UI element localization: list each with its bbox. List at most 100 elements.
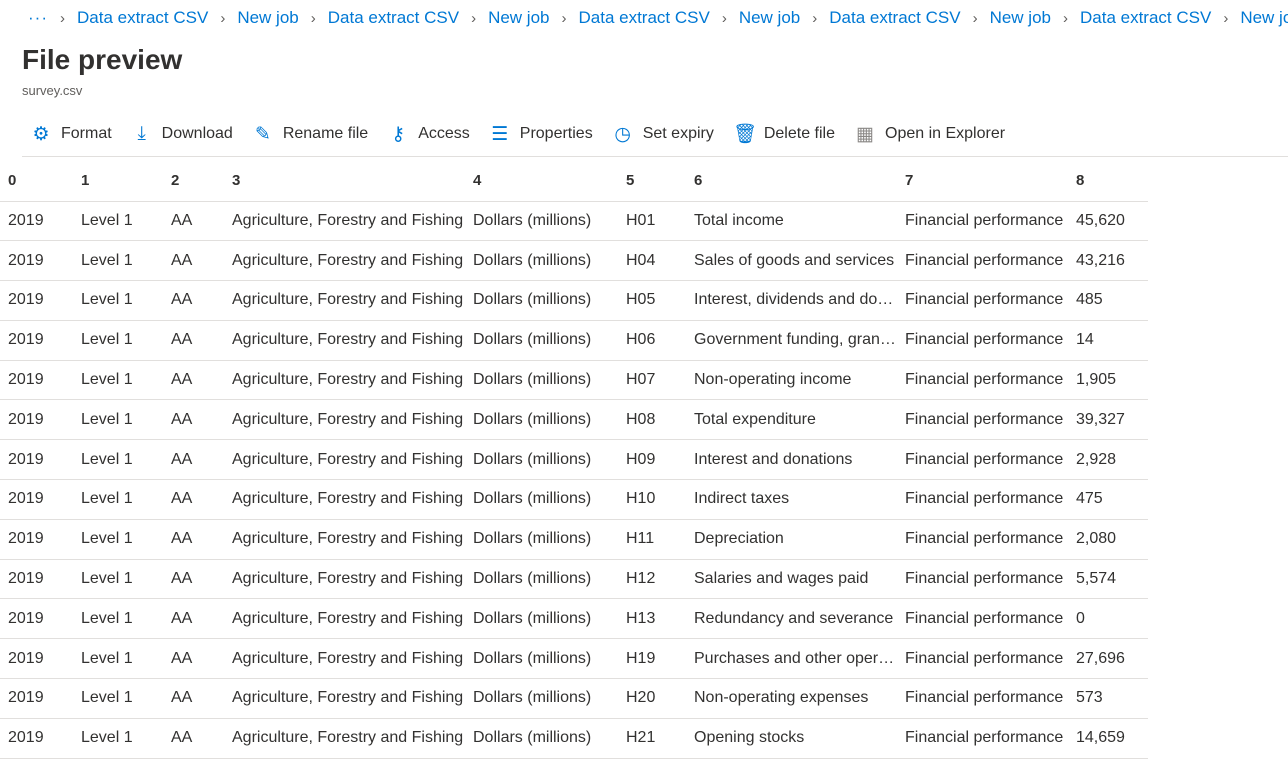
column-header[interactable]: 3 <box>224 160 465 202</box>
download-icon: ⤓ <box>137 123 146 144</box>
table-row[interactable]: 2019 Level 1 AA Agriculture, Forestry and F… <box>0 519 1148 560</box>
table-cell: H20 <box>618 678 686 719</box>
format-button[interactable]: ⚙ Format <box>30 123 111 146</box>
table-cell: Financial performance <box>897 678 1068 719</box>
table-cell: 27,696 <box>1068 638 1148 680</box>
table-row[interactable]: 2019 Level 1 AA Agriculture, Forestry and F… <box>0 678 1148 719</box>
breadcrumb-link[interactable]: Data extract CSV <box>1080 8 1211 28</box>
divider <box>22 156 1288 157</box>
table-cell: Interest, dividends and donations <box>686 280 897 321</box>
gear-icon: ⚙ <box>32 123 50 145</box>
table-row[interactable]: 2019 Level 1 AA Agriculture, Forestry and F… <box>0 479 1148 520</box>
table-cell: Level 1 <box>73 320 163 361</box>
access-button[interactable]: ⚷ Access <box>387 123 470 146</box>
table-cell: Financial performance <box>897 559 1068 600</box>
table-cell: 2019 <box>0 598 73 640</box>
table-cell: 2019 <box>0 718 73 759</box>
table-cell: 14,659 <box>1068 718 1148 759</box>
breadcrumb-link[interactable]: Data extract CSV <box>77 8 208 28</box>
table-cell: AA <box>163 678 224 719</box>
chevron-right-icon: › <box>721 9 727 27</box>
table-cell: Non-operating income <box>686 360 897 401</box>
table-cell: AA <box>163 360 224 401</box>
chevron-right-icon: › <box>310 9 316 27</box>
table-cell: H04 <box>618 240 686 282</box>
column-header[interactable]: 6 <box>686 160 897 202</box>
table-cell: 1,905 <box>1068 360 1148 401</box>
breadcrumb-link[interactable]: Data extract CSV <box>328 8 459 28</box>
table-row[interactable]: 2019 Level 1 AA Agriculture, Forestry and F… <box>0 638 1148 680</box>
table-row[interactable]: 2019 Level 1 AA Agriculture, Forestry and F… <box>0 559 1148 600</box>
breadcrumb-link[interactable]: New job <box>990 8 1051 28</box>
toolbar: ⚙ Format ⤓ Download ✎ Rename file ⚷ Access ☰ Prop… <box>30 122 1024 146</box>
button-label: Set expiry <box>642 125 714 142</box>
table-cell: H13 <box>618 598 686 640</box>
breadcrumb-link[interactable]: Data extract CSV <box>829 8 960 28</box>
table-cell: Level 1 <box>73 240 163 282</box>
properties-button[interactable]: ☰ Properties <box>489 123 592 146</box>
table-row[interactable]: 2019 Level 1 AA Agriculture, Forestry and F… <box>0 201 1148 242</box>
table-cell: 2,080 <box>1068 519 1148 560</box>
set-expiry-button[interactable]: ◷ Set expiry <box>612 123 714 146</box>
chevron-right-icon: › <box>1223 9 1229 27</box>
table-row[interactable]: 2019 Level 1 AA Agriculture, Forestry and F… <box>0 399 1148 441</box>
table-cell: 2019 <box>0 479 73 520</box>
table-row[interactable]: 2019 Level 1 AA Agriculture, Forestry and F… <box>0 598 1148 640</box>
table-cell: Level 1 <box>73 598 163 640</box>
table-cell: 14 <box>1068 320 1148 361</box>
table-cell: H19 <box>618 638 686 680</box>
table-cell: Agriculture, Forestry and Fishing <box>224 240 465 282</box>
table-cell: Level 1 <box>73 638 163 680</box>
explorer-icon: ▦ <box>856 123 874 145</box>
table-cell: AA <box>163 598 224 640</box>
table-row[interactable]: 2019 Level 1 AA Agriculture, Forestry and F… <box>0 320 1148 361</box>
column-header[interactable]: 2 <box>163 160 224 202</box>
pencil-icon: ✎ <box>254 123 271 145</box>
table-cell: Financial performance <box>897 439 1068 481</box>
table-row[interactable]: 2019 Level 1 AA Agriculture, Forestry and F… <box>0 360 1148 401</box>
column-header[interactable]: 7 <box>897 160 1068 202</box>
table-cell: 2019 <box>0 360 73 401</box>
table-cell: Financial performance <box>897 598 1068 640</box>
column-header[interactable]: 0 <box>0 160 73 202</box>
column-header[interactable]: 5 <box>618 160 686 202</box>
table-cell: Agriculture, Forestry and Fishing <box>224 559 465 600</box>
breadcrumb-link[interactable]: New job <box>1240 8 1288 28</box>
table-cell: Dollars (millions) <box>465 439 618 481</box>
column-header[interactable]: 8 <box>1068 160 1148 202</box>
table-cell: 43,216 <box>1068 240 1148 282</box>
table-cell: Financial performance <box>897 479 1068 520</box>
table-cell: Financial performance <box>897 519 1068 560</box>
table-cell: 2019 <box>0 638 73 680</box>
table-row[interactable]: 2019 Level 1 AA Agriculture, Forestry and F… <box>0 718 1148 759</box>
breadcrumb-overflow-button[interactable]: ··· <box>28 8 48 28</box>
download-button[interactable]: ⤓ Download <box>131 123 233 145</box>
delete-file-button[interactable]: 🗑 Delete file <box>733 122 835 146</box>
button-label: Open in Explorer <box>885 125 1006 142</box>
breadcrumb-link[interactable]: Data extract CSV <box>578 8 709 28</box>
table-row[interactable]: 2019 Level 1 AA Agriculture, Forestry and F… <box>0 439 1148 481</box>
table-cell: Agriculture, Forestry and Fishing <box>224 439 465 481</box>
table-cell: Dollars (millions) <box>465 360 618 401</box>
open-in-explorer-button[interactable]: ▦ Open in Explorer <box>854 123 1005 146</box>
breadcrumb-link[interactable]: New job <box>739 8 800 28</box>
breadcrumb-link[interactable]: New job <box>237 8 298 28</box>
table-cell: H05 <box>618 280 686 321</box>
breadcrumb-link[interactable]: New job <box>488 8 549 28</box>
rename-file-button[interactable]: ✎ Rename file <box>252 123 368 146</box>
table-row[interactable]: 2019 Level 1 AA Agriculture, Forestry and F… <box>0 240 1148 282</box>
button-label: Download <box>161 125 233 142</box>
table-cell: AA <box>163 559 224 600</box>
column-header[interactable]: 1 <box>73 160 163 202</box>
table-cell: Agriculture, Forestry and Fishing <box>224 201 465 242</box>
file-name: survey.csv <box>22 83 83 98</box>
button-label: Delete file <box>763 125 835 142</box>
column-header[interactable]: 4 <box>465 160 618 202</box>
clock-icon: ◷ <box>614 123 631 145</box>
chevron-right-icon: › <box>59 9 65 27</box>
table-cell: 475 <box>1068 479 1148 520</box>
table-row[interactable]: 2019 Level 1 AA Agriculture, Forestry and F… <box>0 280 1148 321</box>
table-cell: H08 <box>618 399 686 441</box>
table-cell: H06 <box>618 320 686 361</box>
page-title: File preview <box>22 44 183 75</box>
